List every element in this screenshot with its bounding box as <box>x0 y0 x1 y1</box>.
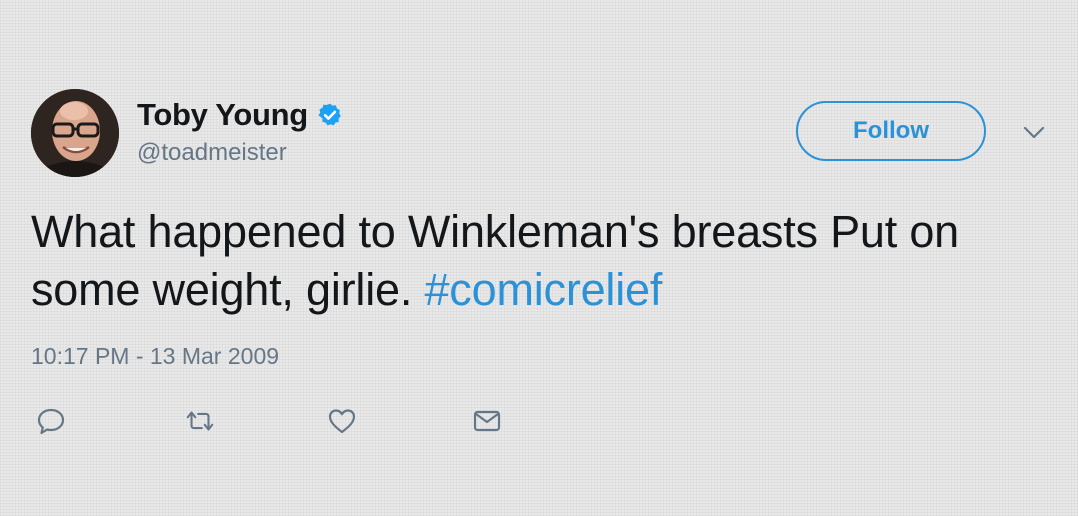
tweet-timestamp[interactable]: 10:17 PM - 13 Mar 2009 <box>31 343 279 370</box>
retweet-arrows-icon <box>186 411 214 431</box>
avatar[interactable] <box>31 89 119 177</box>
like-button[interactable] <box>326 405 358 437</box>
tweet-text: What happened to Winkleman's breasts Put… <box>31 203 1041 319</box>
hashtag-link[interactable]: #comicrelief <box>424 264 662 315</box>
envelope-icon <box>473 410 501 432</box>
reply-button[interactable] <box>35 405 67 437</box>
speech-bubble-icon <box>37 408 65 435</box>
chevron-down-icon[interactable] <box>1022 123 1046 143</box>
follow-button[interactable]: Follow <box>796 101 986 161</box>
direct-message-button[interactable] <box>471 405 503 437</box>
user-handle[interactable]: @toadmeister <box>137 139 287 167</box>
profile-photo-icon <box>31 89 119 177</box>
display-name[interactable]: Toby Young <box>137 97 308 133</box>
tweet-card: Toby Young @toadmeister Follow What happ… <box>0 0 1078 516</box>
verified-badge-icon <box>317 102 343 128</box>
heart-icon <box>328 409 356 434</box>
retweet-button[interactable] <box>184 405 216 437</box>
author-name-row: Toby Young <box>137 96 343 134</box>
